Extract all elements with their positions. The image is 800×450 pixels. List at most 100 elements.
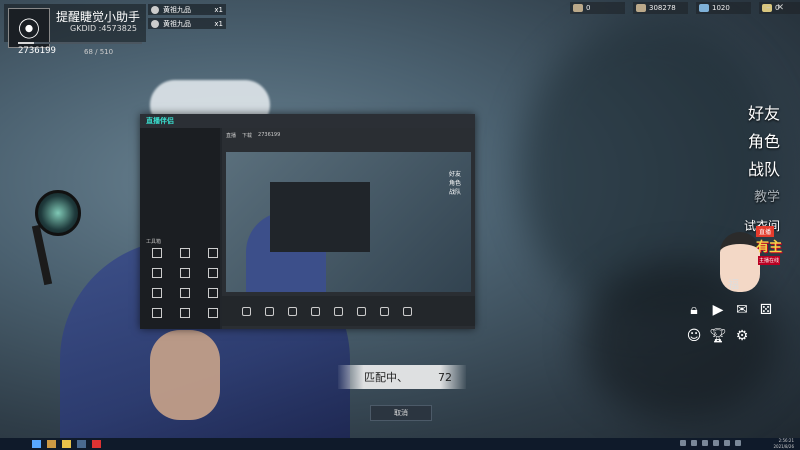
toolbar-icon[interactable] — [334, 306, 343, 316]
tool-icon[interactable] — [152, 248, 162, 258]
currency-value: 1020 — [712, 4, 730, 12]
team-member-name: 黄祖九品 — [163, 19, 191, 28]
team-member-name: 黄祖九品 — [163, 5, 191, 14]
tray-icon[interactable] — [713, 440, 719, 446]
lock-icon[interactable]: 🔒︎ — [686, 302, 702, 318]
toolbar-icon[interactable] — [311, 306, 320, 316]
tab-download[interactable]: 下载 — [242, 132, 252, 139]
cancel-match-button[interactable]: 取消 — [370, 405, 432, 421]
toolbar-icon[interactable] — [288, 306, 297, 316]
taskbar: 2:56:21 2021/8/26 — [0, 438, 800, 450]
settings-gear-icon[interactable]: ⚙ — [734, 328, 750, 344]
tool-icon[interactable] — [180, 268, 190, 278]
stream-preview: 好友 角色 战队 — [226, 152, 471, 292]
matching-label: 匹配中、 — [364, 371, 408, 384]
tool-icon[interactable] — [152, 288, 162, 298]
tool-icon[interactable] — [208, 248, 218, 258]
game-app-icon[interactable] — [47, 440, 56, 448]
minimize-icon[interactable]: – — [766, 3, 771, 13]
currency-quill[interactable]: 0 — [570, 2, 625, 14]
gem-icon — [699, 4, 709, 12]
streamer-avatar — [720, 232, 760, 292]
preview-menu: 好友 角色 战队 — [449, 170, 461, 197]
team-member-icon — [151, 19, 159, 28]
support-icon[interactable]: ☺ — [686, 328, 702, 344]
tray-icon[interactable] — [735, 440, 741, 446]
tray-icon[interactable] — [680, 440, 686, 446]
tool-section-label: 工具箱 — [146, 239, 162, 245]
team-member-icon — [151, 5, 159, 14]
app-icon[interactable] — [92, 440, 101, 448]
system-tray — [680, 440, 741, 446]
tool-icon[interactable] — [180, 308, 190, 318]
window-controls: – ✕ — [766, 3, 784, 13]
folder-icon[interactable] — [62, 440, 71, 448]
currency-coin[interactable]: 308278 — [633, 2, 688, 14]
preview-menu-item: 战队 — [448, 189, 461, 196]
tab-live[interactable]: 直播 — [226, 132, 236, 139]
currency-value: 308278 — [649, 4, 676, 12]
progress-bar — [18, 42, 142, 44]
streaming-tabs: 直播 下载 2736199 — [226, 132, 280, 139]
team-member-count: x1 — [214, 5, 223, 14]
staff-orb — [35, 190, 81, 236]
menu-team[interactable]: 战队 — [744, 156, 780, 184]
windows-start-icon[interactable] — [32, 440, 41, 448]
tool-icon[interactable] — [152, 308, 162, 318]
preview-menu-item: 好友 — [448, 171, 461, 178]
tab-id[interactable]: 2736199 — [258, 132, 280, 139]
progress-count: 68 / 510 — [84, 48, 114, 56]
matching-bar: 匹配中、 72 — [338, 365, 466, 389]
menu-teach[interactable]: 教学 — [744, 184, 780, 212]
tool-grid — [146, 248, 224, 318]
tool-icon[interactable] — [208, 288, 218, 298]
toolbar-icon[interactable] — [242, 306, 251, 316]
team-row[interactable]: 黄祖九品 x1 — [148, 18, 226, 29]
toolbar-icon[interactable] — [403, 306, 412, 316]
streaming-app-window[interactable]: 直播伴侣 工具箱 直播 下载 2736199 好友 角色 战队 — [140, 114, 475, 329]
team-list: 黄祖九品 x1 黄祖九品 x1 — [148, 4, 226, 32]
quick-icon-grid: 🔒︎ ▶ ✉ ⚄ ☺ 🏆︎ ⚙ — [686, 302, 782, 344]
streamer-title: 有主 — [756, 240, 783, 255]
streaming-app-titlebar: 直播伴侣 — [140, 114, 475, 128]
player-name: 提醒睫觉小助手 — [56, 10, 141, 24]
menu-character[interactable]: 角色 — [744, 128, 780, 156]
mail-icon[interactable]: ✉ — [734, 302, 750, 318]
currency-value: 0 — [586, 4, 591, 12]
tool-icon[interactable] — [180, 248, 190, 258]
tray-icon[interactable] — [691, 440, 697, 446]
toolbar-icon[interactable] — [357, 306, 366, 316]
tray-icon[interactable] — [724, 440, 730, 446]
preview-menu-item: 角色 — [448, 180, 461, 187]
taskbar-clock[interactable]: 2:56:21 2021/8/26 — [773, 438, 794, 450]
close-icon[interactable]: ✕ — [777, 3, 785, 13]
character-hand — [150, 330, 220, 420]
player-profile-panel[interactable]: ⦿ 提醒睫觉小助手 GKDID :4573825 — [4, 4, 146, 48]
team-member-count: x1 — [214, 19, 223, 28]
progress-fill — [18, 42, 35, 44]
welfare-label[interactable]: 福 — [728, 276, 739, 292]
main-menu: 好友 角色 战队 教学 试衣间 — [744, 100, 780, 240]
tool-icon[interactable] — [208, 308, 218, 318]
team-row[interactable]: 黄祖九品 x1 — [148, 4, 226, 15]
dice-icon[interactable]: ⚄ — [758, 302, 774, 318]
tool-icon[interactable] — [180, 288, 190, 298]
browser-icon[interactable] — [77, 440, 86, 448]
app-logo: 直播伴侣 — [146, 117, 174, 125]
tool-icon[interactable] — [152, 268, 162, 278]
taskbar-apps — [32, 440, 101, 448]
tray-icon[interactable] — [702, 440, 708, 446]
toolbar-icon[interactable] — [265, 306, 274, 316]
streaming-app-main: 直播 下载 2736199 好友 角色 战队 — [222, 128, 475, 329]
preview-nested-window — [270, 182, 370, 252]
currency-gem[interactable]: 1020 — [696, 2, 751, 14]
video-icon[interactable]: ▶ — [710, 302, 726, 318]
toolbar-icon[interactable] — [380, 306, 389, 316]
menu-friends[interactable]: 好友 — [744, 100, 780, 128]
clock-date: 2021/8/26 — [773, 444, 794, 449]
tool-icon[interactable] — [208, 268, 218, 278]
quill-icon — [573, 4, 583, 12]
streamer-subtitle: 主播在线 — [758, 256, 781, 265]
trophy-icon[interactable]: 🏆︎ — [709, 328, 727, 344]
player-score: 2736199 — [18, 46, 56, 56]
